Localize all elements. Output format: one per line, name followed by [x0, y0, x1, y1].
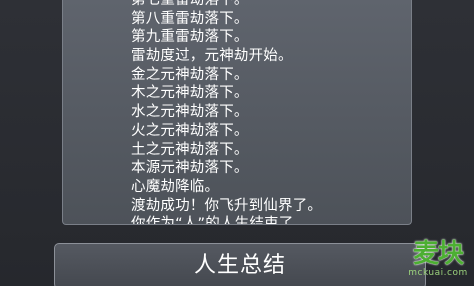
log-line: 心魔劫降临。: [131, 178, 220, 195]
log-line: 第九重雷劫落下。: [131, 29, 249, 46]
log-line: 金之元神劫落下。: [131, 66, 249, 83]
log-line: 你作为“人”的人生结束了。: [131, 216, 309, 225]
life-summary-button[interactable]: 人生总结: [54, 243, 426, 286]
log-line: 本源元神劫落下。: [131, 160, 249, 177]
log-line: 火之元神劫落下。: [131, 122, 249, 139]
log-line: 木之元神劫落下。: [131, 85, 249, 102]
watermark-logo: 麦块: [412, 239, 464, 269]
game-screen: 第七重雷劫落下。 第八重雷劫落下。 第九重雷劫落下。 雷劫度过，元神劫开始。 金…: [0, 0, 474, 286]
log-line: 水之元神劫落下。: [131, 104, 249, 121]
life-log-list: 第七重雷劫落下。 第八重雷劫落下。 第九重雷劫落下。 雷劫度过，元神劫开始。 金…: [131, 0, 323, 225]
log-line: 第八重雷劫落下。: [131, 10, 249, 27]
log-line: 雷劫度过，元神劫开始。: [131, 48, 293, 65]
life-summary-label: 人生总结: [193, 253, 286, 278]
log-line: 第七重雷劫落下。: [131, 0, 249, 8]
site-watermark: 麦块 mckuai.com: [406, 240, 470, 284]
watermark-url: mckuai.com: [408, 268, 468, 278]
log-line: 土之元神劫落下。: [131, 141, 249, 158]
log-line: 渡劫成功！你飞升到仙界了。: [131, 197, 323, 214]
life-log-panel[interactable]: 第七重雷劫落下。 第八重雷劫落下。 第九重雷劫落下。 雷劫度过，元神劫开始。 金…: [62, 0, 412, 225]
